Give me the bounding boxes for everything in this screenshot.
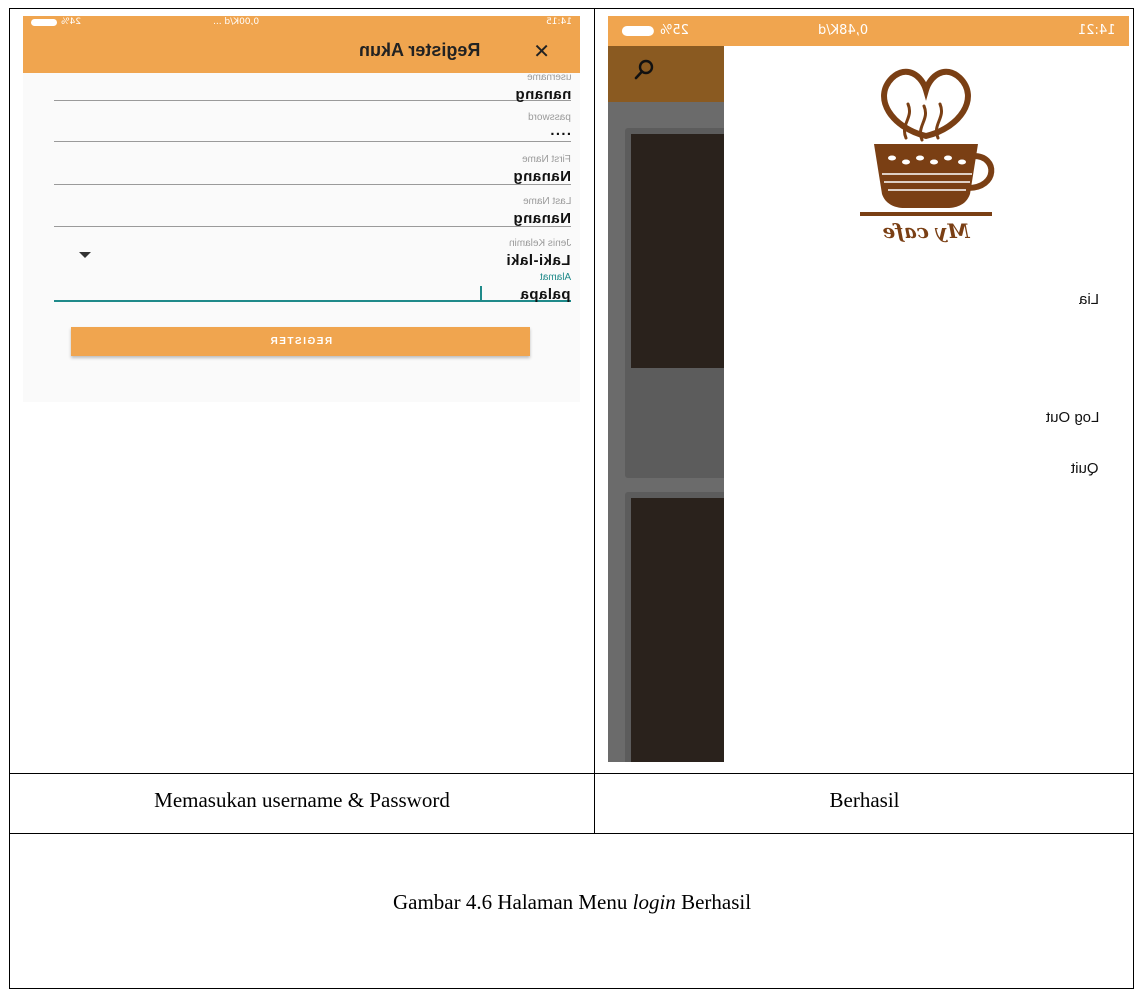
network-speed: 0,48K/d (818, 23, 869, 38)
logout-menu-item[interactable]: Log Out (1046, 409, 1099, 426)
figure-caption-prefix: Gambar 4.6 Halaman Menu (392, 890, 633, 914)
table-column-divider (594, 8, 595, 834)
caption-left: Memasukan username & Password (154, 788, 450, 812)
gender-select[interactable]: Jenis Kelamin Laki-laki (54, 238, 571, 269)
navigation-drawer: My cafe Lia Log Out Quit (724, 46, 1129, 762)
battery-indicator: 25% (622, 16, 689, 46)
field-value: palapa (520, 286, 571, 303)
field-label: First Name (522, 154, 571, 165)
field-label: username (526, 72, 571, 83)
network-speed: 0,00K/d ... (213, 17, 260, 27)
address-field[interactable]: Alamat palapa (54, 272, 571, 303)
field-value: Nanang (512, 210, 571, 227)
caption-right: Berhasil (829, 788, 900, 812)
table-row-divider-1 (9, 773, 1134, 774)
field-label: Jenis Kelamin (508, 238, 571, 249)
field-label: password (528, 112, 571, 123)
field-value: Nanang (512, 168, 571, 185)
close-icon[interactable]: ✕ (533, 39, 550, 64)
figure-caption-suffix: Berhasil (675, 890, 752, 914)
status-time: 14:21 (1077, 23, 1115, 38)
battery-icon (622, 26, 654, 36)
main-toolbar (608, 46, 724, 102)
register-button[interactable]: REGISTER (71, 327, 530, 356)
first-name-field[interactable]: First Name Nanang (54, 154, 571, 185)
battery-text: 25% (660, 23, 689, 38)
status-time: 14:15 (546, 17, 572, 27)
register-button-label: REGISTER (268, 336, 333, 347)
menu-card[interactable] (625, 128, 735, 478)
cafe-logo-icon: My cafe (860, 68, 995, 243)
table-border-top (9, 8, 1134, 9)
field-value: Laki-laki (506, 252, 571, 269)
password-field[interactable]: password ···· (54, 112, 571, 143)
status-bar: 24% 0,00K/d ... 14:15 (23, 16, 580, 28)
cafe-photo (631, 134, 735, 368)
register-screen: 24% 0,00K/d ... 14:15 Register Akun ✕ us… (23, 16, 580, 402)
page-title: Register Akun (358, 40, 480, 60)
field-label: Alamat (539, 272, 571, 283)
quit-menu-item[interactable]: Quit (1071, 460, 1099, 477)
logo-text: My cafe (882, 219, 970, 243)
text-cursor (480, 286, 482, 302)
chevron-down-icon[interactable] (79, 252, 91, 258)
app-bar: Register Akun ✕ (23, 28, 580, 73)
field-value: ···· (549, 126, 571, 143)
menu-card[interactable] (625, 492, 735, 762)
drawer-user-name: Lia (1078, 291, 1099, 308)
search-icon[interactable] (632, 58, 656, 82)
figure-caption-italic: login (632, 890, 676, 914)
figure-caption: Gambar 4.6 Halaman Menu login Berhasil (10, 890, 1134, 915)
table-border-left (9, 8, 10, 989)
cafe-photo (631, 498, 735, 762)
status-bar: 25% 0,48K/d 14:21 (608, 16, 1129, 46)
battery-indicator: 24% (31, 16, 81, 28)
table-row-divider-2 (9, 833, 1134, 834)
battery-icon (31, 18, 57, 26)
last-name-field[interactable]: Last Name Nanang (54, 196, 571, 227)
username-field[interactable]: username nanang (54, 72, 571, 103)
field-value: nanang (514, 86, 571, 103)
battery-text: 24% (61, 17, 82, 27)
field-label: Last Name (522, 196, 571, 207)
home-drawer-screen: 25% 0,48K/d 14:21 My cafe Lia Log Out Qu… (608, 16, 1129, 762)
